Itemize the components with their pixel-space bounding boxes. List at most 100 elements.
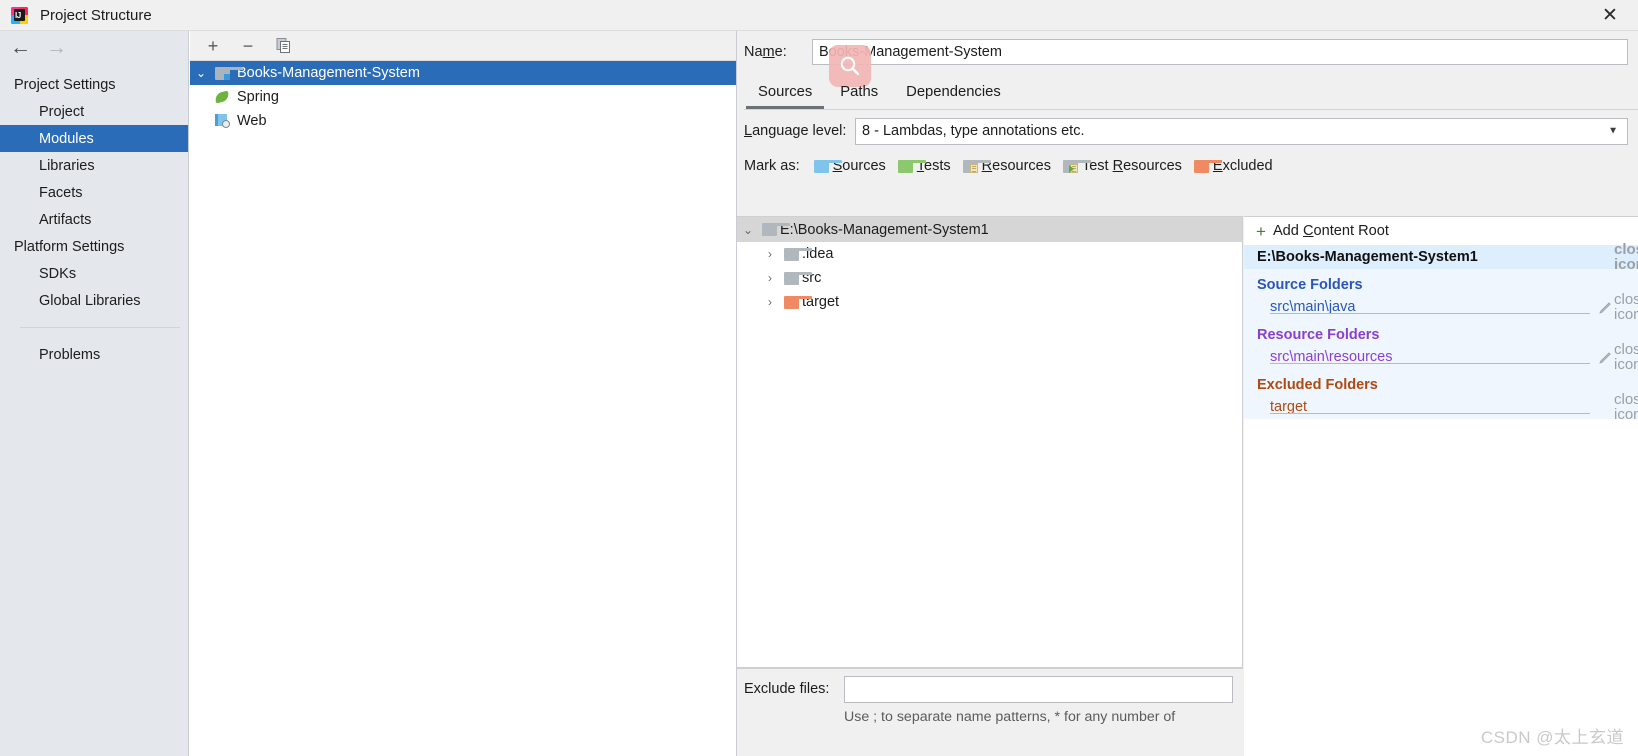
remove-module-button[interactable]: −	[235, 34, 261, 58]
chevron-down-icon[interactable]: ⌄	[190, 66, 212, 80]
sidebar-item-sdks[interactable]: SDKs	[0, 260, 188, 287]
pencil-icon[interactable]	[1596, 351, 1614, 364]
content-root-path: E:\Books-Management-System1	[1257, 249, 1478, 265]
excluded-folders-title: Excluded Folders	[1257, 377, 1378, 393]
language-level-value: 8 - Lambdas, type annotations etc.	[862, 123, 1085, 139]
chevron-right-icon[interactable]: ›	[759, 271, 781, 285]
window-titlebar: IJ Project Structure ✕	[0, 0, 1638, 31]
back-arrow-icon[interactable]: ←	[10, 37, 31, 58]
folder-gray-icon	[781, 271, 812, 285]
close-icon[interactable]: ✕	[1582, 0, 1638, 31]
tab-sources[interactable]: Sources	[744, 75, 826, 109]
excluded-folder-icon	[1193, 159, 1222, 173]
pencil-icon[interactable]	[1596, 301, 1614, 314]
folder-orange-icon	[781, 295, 812, 309]
sidebar-item-global-libraries[interactable]: Global Libraries	[0, 287, 188, 314]
chevron-down-icon[interactable]: ⌄	[737, 223, 759, 237]
source-folder-tree: ⌄ E:\Books-Management-System1 › .idea › …	[737, 216, 1243, 668]
source-tree-root-row[interactable]: ⌄ E:\Books-Management-System1	[737, 217, 1242, 242]
mark-as-resources[interactable]: Resources	[962, 158, 1051, 174]
folder-gray-icon	[759, 223, 790, 236]
source-tree-row-target[interactable]: › target	[737, 290, 1242, 314]
source-folder-path: src\main\java	[1270, 299, 1356, 315]
resource-folders-title: Resource Folders	[1257, 327, 1380, 343]
module-tree-label: Spring	[237, 89, 279, 105]
resources-folder-icon	[962, 159, 991, 173]
source-tree-row-src[interactable]: › src	[737, 266, 1242, 290]
chevron-right-icon[interactable]: ›	[759, 295, 781, 309]
sidebar-nav: ← →	[0, 31, 188, 64]
forward-arrow-icon[interactable]: →	[46, 37, 67, 58]
app-icon: IJ	[11, 6, 28, 24]
source-folders-title: Source Folders	[1257, 277, 1363, 293]
chevron-right-icon[interactable]: ›	[759, 247, 781, 261]
modules-panel: + − ⌄ Books-Management-System Spring Web	[190, 31, 736, 756]
close-icon[interactable]: close-icon	[1614, 292, 1638, 322]
tab-paths[interactable]: Paths	[826, 75, 892, 109]
sidebar-item-problems[interactable]: Problems	[0, 341, 188, 368]
excluded-folder-row[interactable]: target close-icon	[1244, 392, 1638, 422]
sidebar-item-libraries[interactable]: Libraries	[0, 152, 188, 179]
mark-as-tests[interactable]: Tests	[897, 158, 951, 174]
source-folder-row[interactable]: src\main\java close-icon	[1244, 292, 1638, 322]
content-root-header[interactable]: E:\Books-Management-System1 close-icon	[1244, 242, 1638, 272]
sidebar-item-artifacts[interactable]: Artifacts	[0, 206, 188, 233]
row-rule	[1392, 363, 1590, 364]
add-module-button[interactable]: +	[200, 34, 226, 58]
window-title: Project Structure	[40, 6, 152, 24]
module-name-row: Name: Books-Management-System	[737, 31, 1638, 73]
module-folder-icon	[212, 66, 243, 80]
resource-folder-path: src\main\resources	[1270, 349, 1393, 365]
mark-as-row: Mark as: Sources Tests Resources Test Re…	[737, 152, 1638, 180]
source-tree-row-idea[interactable]: › .idea	[737, 242, 1242, 266]
module-details-panel: Name: Books-Management-System Sources Pa…	[736, 31, 1638, 756]
source-tree-root-label: E:\Books-Management-System1	[780, 221, 989, 238]
module-tree-row-web[interactable]: Web	[190, 109, 736, 133]
excluded-folder-path: target	[1270, 399, 1308, 415]
modules-tree: ⌄ Books-Management-System Spring Web	[190, 61, 736, 133]
module-tree-row-root[interactable]: ⌄ Books-Management-System	[190, 61, 736, 85]
project-structure-dialog: IJ Project Structure ✕ ← → Project Setti…	[0, 0, 1638, 756]
sidebar-list: Project Settings Project Modules Librari…	[0, 64, 188, 368]
close-icon[interactable]: close-icon	[1614, 342, 1638, 372]
resource-folder-row[interactable]: src\main\resources close-icon	[1244, 342, 1638, 372]
mark-as-label: Mark as:	[744, 158, 800, 174]
sidebar-item-facets[interactable]: Facets	[0, 179, 188, 206]
exclude-files-label: Exclude files:	[744, 681, 830, 697]
mark-as-test-resources[interactable]: Test Resources	[1062, 158, 1182, 174]
module-tree-row-spring[interactable]: Spring	[190, 85, 736, 109]
exclude-files-area: Exclude files: Use ; to separate name pa…	[737, 668, 1243, 756]
exclude-files-hint: Use ; to separate name patterns, * for a…	[844, 709, 1176, 725]
language-level-select[interactable]: 8 - Lambdas, type annotations etc. ▼	[855, 117, 1628, 145]
sidebar-item-project[interactable]: Project	[0, 98, 188, 125]
sources-folder-icon	[813, 159, 842, 173]
close-icon[interactable]: close-icon	[1614, 242, 1638, 272]
tab-dependencies[interactable]: Dependencies	[892, 75, 1015, 109]
row-rule	[1355, 313, 1590, 314]
language-level-row: Language level: 8 - Lambdas, type annota…	[737, 110, 1638, 152]
add-content-root-button[interactable]: + Add Content Root	[1244, 217, 1638, 245]
module-tree-label: Web	[237, 113, 267, 129]
sidebar-group-project-settings: Project Settings	[14, 76, 116, 93]
chevron-down-icon[interactable]: ▼	[1608, 126, 1618, 137]
exclude-files-row: Exclude files:	[737, 669, 1243, 709]
mark-as-sources[interactable]: Sources	[813, 158, 886, 174]
mark-as-excluded[interactable]: Excluded	[1193, 158, 1273, 174]
row-rule	[1307, 413, 1590, 414]
web-icon	[212, 114, 232, 128]
plus-icon: +	[1256, 221, 1266, 241]
module-name-label: Name:	[744, 44, 787, 60]
copy-module-icon[interactable]	[270, 34, 296, 58]
module-tree-label: Books-Management-System	[237, 65, 420, 81]
sidebar-item-modules[interactable]: Modules	[0, 125, 188, 152]
language-level-label: Language level:	[744, 123, 847, 139]
module-name-input[interactable]: Books-Management-System	[812, 39, 1628, 65]
watermark: CSDN @太上玄道	[1480, 728, 1624, 747]
close-icon[interactable]: close-icon	[1614, 392, 1638, 422]
test-resources-folder-icon	[1062, 159, 1091, 173]
modules-toolbar: + −	[190, 31, 736, 61]
exclude-files-input[interactable]	[844, 675, 1233, 703]
spring-icon	[212, 90, 232, 104]
folder-gray-icon	[781, 247, 812, 261]
settings-sidebar: ← → Project Settings Project Modules Lib…	[0, 31, 189, 756]
